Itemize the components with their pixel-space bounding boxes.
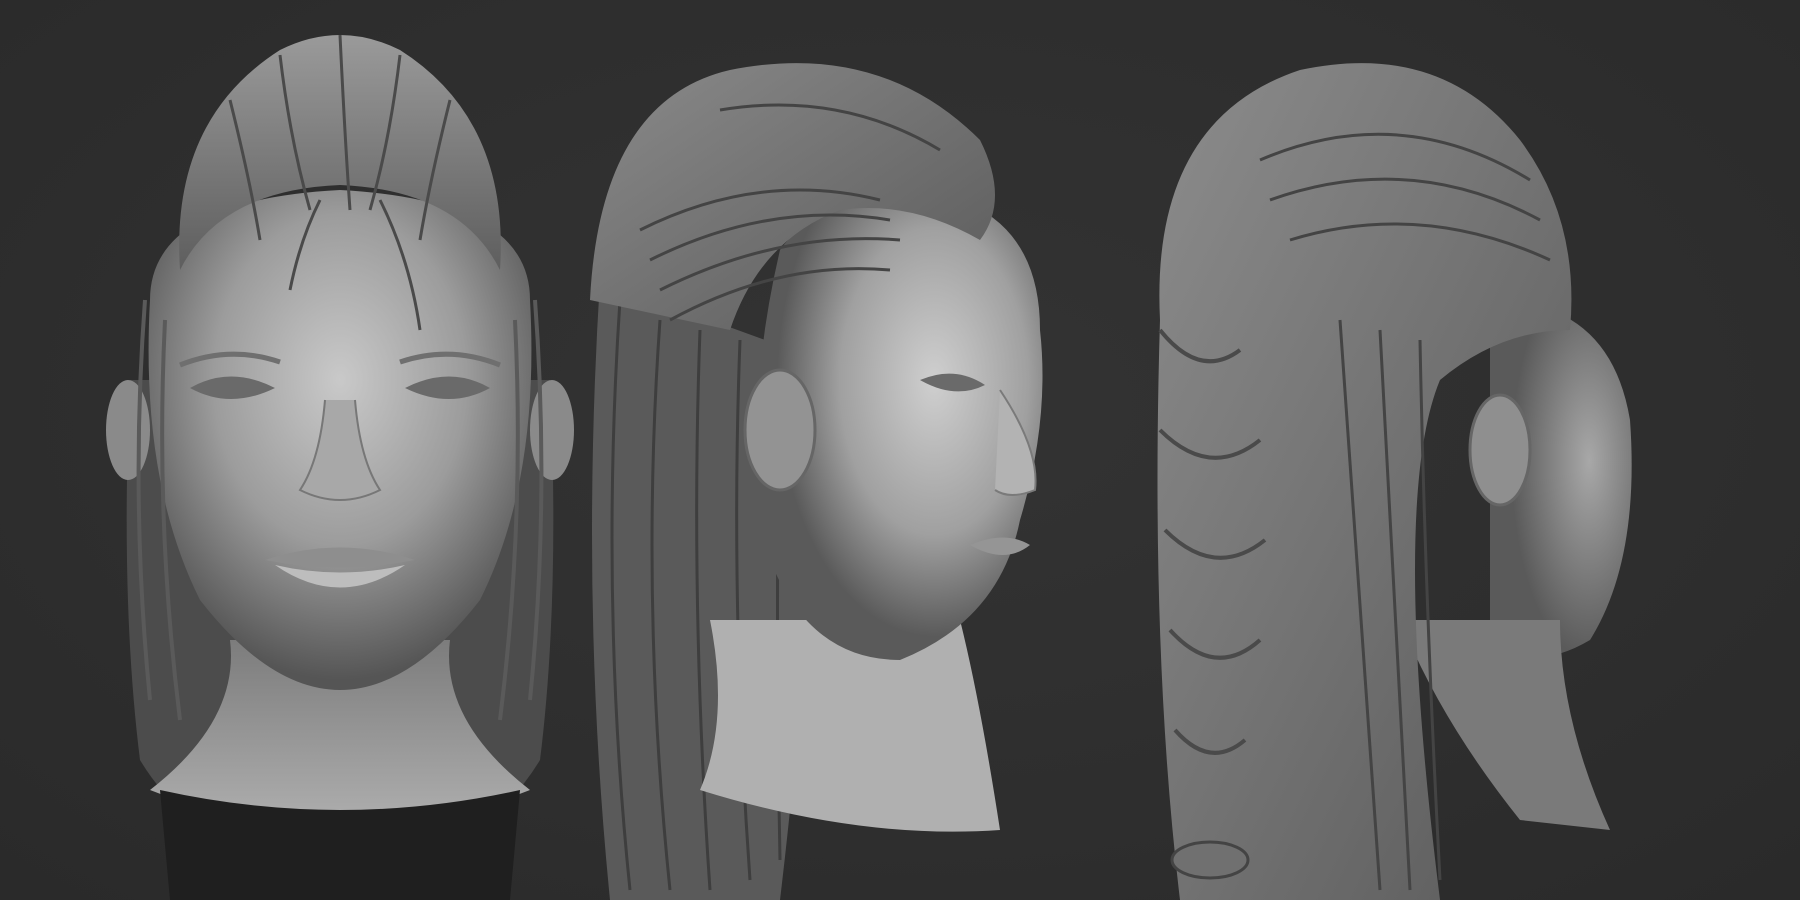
neck bbox=[700, 620, 1000, 832]
ear bbox=[743, 368, 817, 492]
three-quarter-view-render bbox=[580, 0, 1160, 900]
ear bbox=[1468, 393, 1532, 507]
front-view-render bbox=[80, 0, 600, 900]
front-view-head-sculpt bbox=[106, 34, 574, 900]
sculpt-render-canvas bbox=[0, 0, 1800, 900]
braid-tie bbox=[1170, 840, 1250, 880]
side-view-render bbox=[1140, 0, 1740, 900]
three-quarter-view-head-sculpt bbox=[590, 63, 1043, 900]
left-ear bbox=[106, 380, 150, 480]
side-view-head-sculpt bbox=[1157, 63, 1632, 900]
right-ear bbox=[530, 380, 574, 480]
